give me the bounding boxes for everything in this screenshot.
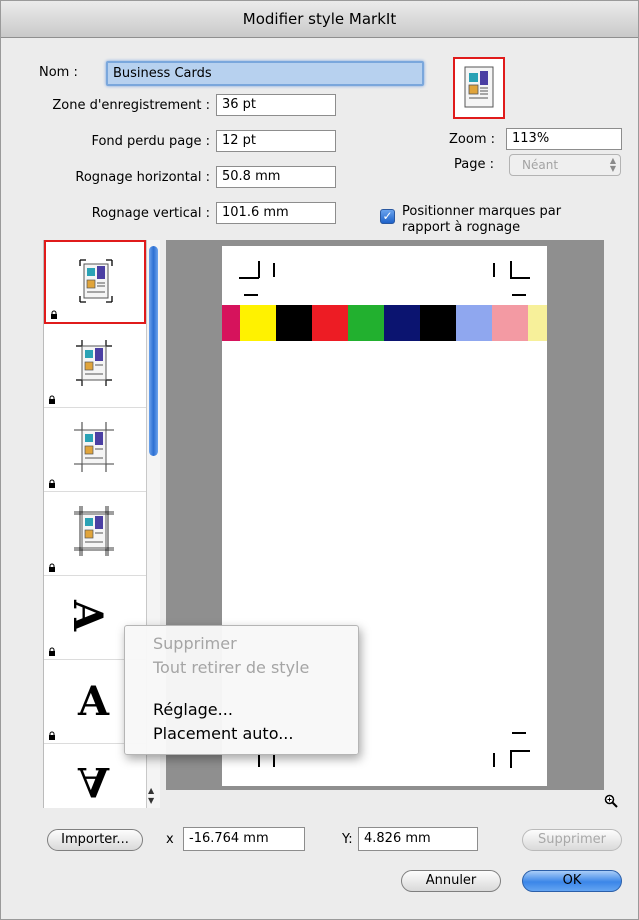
layout-thumb-3-icon bbox=[74, 422, 114, 472]
dialog-window: Modifier style MarkIt Nom : Business Car… bbox=[0, 0, 639, 920]
lock-icon bbox=[49, 395, 55, 404]
position-marks-label-line2: rapport à rognage bbox=[402, 220, 521, 235]
crop-mark bbox=[239, 277, 259, 279]
y-field[interactable]: 4.826 mm bbox=[358, 827, 478, 851]
popup-arrows-icon: ▲ ▼ bbox=[609, 156, 616, 173]
color-swatch bbox=[276, 305, 312, 341]
crop-mark bbox=[493, 263, 495, 277]
page-label: Page : bbox=[454, 157, 494, 172]
name-label: Nom : bbox=[39, 65, 78, 80]
style-preview-icon bbox=[453, 57, 505, 119]
color-swatch bbox=[420, 305, 456, 341]
thumb-item-3[interactable] bbox=[44, 408, 146, 492]
fond-perdu-field[interactable]: 12 pt bbox=[216, 130, 336, 152]
position-marks-label: Positionner marques par rapport à rognag… bbox=[402, 204, 561, 236]
rognage-v-label: Rognage vertical : bbox=[91, 206, 210, 221]
color-swatch bbox=[312, 305, 348, 341]
crop-mark bbox=[244, 294, 258, 296]
lock-icon bbox=[49, 647, 55, 656]
layout-thumb-1-icon bbox=[79, 259, 113, 303]
color-bar bbox=[222, 305, 547, 341]
letter-a-flipped-icon: A bbox=[78, 758, 110, 805]
name-field[interactable]: Business Cards bbox=[106, 61, 424, 86]
lock-icon bbox=[49, 479, 55, 488]
position-marks-label-line1: Positionner marques par bbox=[402, 204, 562, 219]
window-title: Modifier style MarkIt bbox=[1, 1, 638, 38]
crop-mark bbox=[493, 753, 495, 767]
menu-item-supprimer: Supprimer bbox=[153, 634, 237, 653]
zone-field[interactable]: 36 pt bbox=[216, 94, 336, 116]
page-select[interactable]: Néant ▲ ▼ bbox=[509, 154, 621, 176]
page-select-value: Néant bbox=[522, 158, 559, 172]
crop-mark bbox=[273, 263, 275, 277]
menu-item-reglage[interactable]: Réglage... bbox=[153, 700, 233, 719]
context-menu: Supprimer Tout retirer de style Réglage.… bbox=[124, 625, 359, 755]
menu-item-tout-retirer: Tout retirer de style bbox=[153, 658, 310, 677]
color-swatch bbox=[384, 305, 420, 341]
crop-mark bbox=[510, 277, 530, 279]
crop-mark bbox=[273, 753, 275, 767]
menu-item-placement-auto[interactable]: Placement auto... bbox=[153, 724, 293, 743]
x-field[interactable]: -16.764 mm bbox=[183, 827, 305, 851]
letter-a-icon: A bbox=[78, 678, 110, 725]
layout-thumb-4-icon bbox=[74, 506, 114, 556]
layout-thumb-2-icon bbox=[76, 340, 112, 386]
crop-mark bbox=[258, 753, 260, 767]
scroll-arrows-icon[interactable]: ▲ ▼ bbox=[148, 786, 154, 806]
crop-mark bbox=[510, 261, 512, 278]
rognage-h-field[interactable]: 50.8 mm bbox=[216, 166, 336, 188]
zoom-icon[interactable] bbox=[604, 794, 618, 808]
import-button[interactable]: Importer... bbox=[47, 829, 143, 851]
delete-button[interactable]: Supprimer bbox=[522, 829, 622, 851]
color-swatch bbox=[492, 305, 528, 341]
color-swatch bbox=[240, 305, 276, 341]
rognage-v-field[interactable]: 101.6 mm bbox=[216, 202, 336, 224]
crop-mark bbox=[258, 261, 260, 278]
lock-icon bbox=[49, 731, 55, 740]
zoom-field[interactable]: 113% bbox=[506, 128, 622, 150]
crop-mark bbox=[512, 732, 526, 734]
crop-mark bbox=[512, 294, 526, 296]
color-swatch bbox=[222, 305, 240, 341]
y-label: Y: bbox=[342, 832, 353, 847]
thumb-item-2[interactable] bbox=[44, 324, 146, 408]
rognage-h-label: Rognage horizontal : bbox=[75, 170, 210, 185]
position-marks-checkbox[interactable]: ✓ bbox=[380, 209, 395, 224]
scrollbar-thumb[interactable] bbox=[149, 246, 158, 456]
zone-label: Zone d'enregistrement : bbox=[52, 98, 210, 113]
color-swatch bbox=[348, 305, 384, 341]
lock-icon bbox=[51, 310, 57, 319]
fond-perdu-label: Fond perdu page : bbox=[91, 134, 210, 149]
color-swatch bbox=[456, 305, 492, 341]
crop-mark bbox=[510, 750, 512, 768]
thumb-item-4[interactable] bbox=[44, 492, 146, 576]
zoom-label: Zoom : bbox=[449, 132, 495, 147]
cancel-button[interactable]: Annuler bbox=[401, 870, 501, 892]
ok-button[interactable]: OK bbox=[522, 870, 622, 892]
crop-mark bbox=[510, 750, 530, 752]
color-swatch bbox=[528, 305, 547, 341]
x-label: x bbox=[166, 832, 174, 847]
thumb-item-1[interactable] bbox=[44, 240, 146, 324]
lock-icon bbox=[49, 563, 55, 572]
letter-a-rotated-icon: A bbox=[64, 599, 112, 632]
